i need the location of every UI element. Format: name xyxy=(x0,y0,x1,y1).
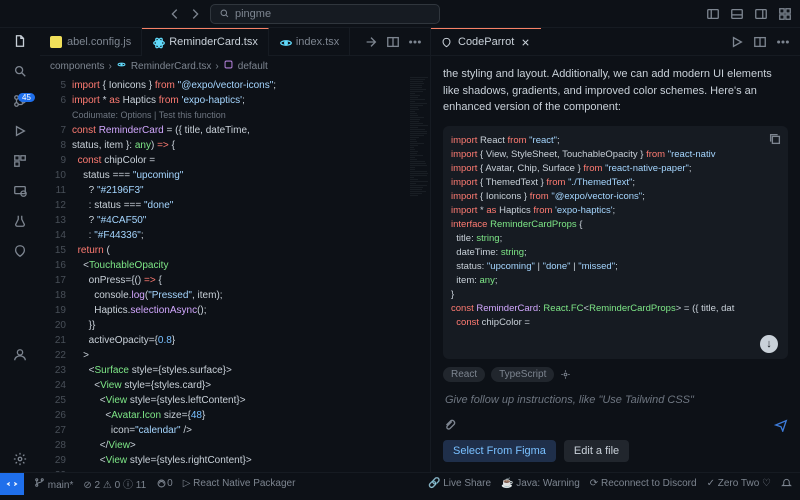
title-bar: pingme xyxy=(0,0,800,28)
react-file-icon xyxy=(279,36,291,48)
chip-typescript[interactable]: TypeScript xyxy=(491,367,554,382)
extensions-icon[interactable] xyxy=(13,154,27,168)
search-text: pingme xyxy=(235,8,271,20)
discord-status[interactable]: ⟳ Reconnect to Discord xyxy=(590,478,697,489)
followup-input[interactable]: Give follow up instructions, like "Use T… xyxy=(443,390,788,410)
react-file-icon xyxy=(152,36,164,48)
remote-explorer-icon[interactable] xyxy=(13,184,27,198)
activity-bar: 45 xyxy=(0,28,40,472)
panel-layout-icon[interactable] xyxy=(753,35,767,49)
codeparrot-activity-icon[interactable] xyxy=(13,244,27,258)
layout-panel-icon[interactable] xyxy=(730,7,744,21)
breadcrumb[interactable]: components› ReminderCard.tsx› default xyxy=(40,56,430,76)
search-icon xyxy=(219,8,230,19)
minimap[interactable] xyxy=(408,76,430,472)
code-editor[interactable]: import { Ionicons } from "@expo/vector-i… xyxy=(72,76,408,472)
code-snippet: import React from "react";import { View,… xyxy=(443,126,788,360)
command-center[interactable]: pingme xyxy=(210,4,440,24)
symbol-icon xyxy=(223,59,234,73)
codeparrot-panel: CodeParrot the styling and layout. Addit… xyxy=(430,28,800,472)
notifications-icon[interactable] xyxy=(781,478,792,489)
remote-indicator[interactable] xyxy=(0,473,24,495)
java-status[interactable]: ☕ Java: Warning xyxy=(501,478,580,489)
chip-settings-icon[interactable] xyxy=(560,369,571,380)
panel-more-icon[interactable] xyxy=(776,35,790,49)
more-actions-icon[interactable] xyxy=(408,35,422,49)
problems[interactable]: ⊘ 2 ⚠ 0 ⓘ 11 xyxy=(83,476,146,491)
send-icon[interactable] xyxy=(774,418,788,432)
codeparrot-tab[interactable]: CodeParrot xyxy=(431,28,541,56)
theme-status[interactable]: ✓ Zero Two ♡ xyxy=(707,478,771,489)
search-activity-icon[interactable] xyxy=(13,64,27,78)
packager-status[interactable]: ▷ React Native Packager xyxy=(183,478,296,489)
layout-customize-icon[interactable] xyxy=(778,7,792,21)
status-bar: main* ⊘ 2 ⚠ 0 ⓘ 11 0 ▷ React Native Pack… xyxy=(0,472,800,494)
run-icon[interactable] xyxy=(730,35,744,49)
edit-file-button[interactable]: Edit a file xyxy=(564,440,629,462)
nav-back-icon[interactable] xyxy=(168,7,182,21)
line-numbers: 56 7891011121314151617181920212223242526… xyxy=(40,76,72,472)
layout-sidebar-right-icon[interactable] xyxy=(754,7,768,21)
compare-changes-icon[interactable] xyxy=(364,35,378,49)
tab-babel-config[interactable]: abel.config.js xyxy=(40,28,142,56)
port-icon[interactable]: 0 xyxy=(156,478,173,489)
branch-icon xyxy=(34,477,45,488)
react-file-icon xyxy=(116,59,127,73)
nav-forward-icon[interactable] xyxy=(188,7,202,21)
close-icon[interactable] xyxy=(520,37,531,48)
split-editor-icon[interactable] xyxy=(386,35,400,49)
chip-react[interactable]: React xyxy=(443,367,485,382)
parrot-icon xyxy=(441,37,452,48)
live-share[interactable]: 🔗 Live Share xyxy=(428,478,491,489)
tab-index[interactable]: index.tsx xyxy=(269,28,350,56)
tab-remindercard[interactable]: ReminderCard.tsx xyxy=(142,28,269,56)
tech-chips: React TypeScript xyxy=(443,367,788,382)
editor-group: abel.config.js ReminderCard.tsx index.ts… xyxy=(40,28,430,472)
account-icon[interactable] xyxy=(13,348,27,362)
run-debug-icon[interactable] xyxy=(13,124,27,138)
testing-icon[interactable] xyxy=(13,214,27,228)
settings-gear-icon[interactable] xyxy=(13,452,27,466)
attach-icon[interactable] xyxy=(443,418,457,432)
explorer-icon[interactable] xyxy=(13,34,27,48)
scm-badge: 45 xyxy=(18,93,35,102)
git-branch[interactable]: main* xyxy=(34,477,73,491)
ai-response-text: the styling and layout. Additionally, we… xyxy=(443,66,788,116)
scroll-down-icon[interactable]: ↓ xyxy=(760,335,778,353)
editor-tabs: abel.config.js ReminderCard.tsx index.ts… xyxy=(40,28,430,56)
copy-icon[interactable] xyxy=(768,132,782,146)
select-from-figma-button[interactable]: Select From Figma xyxy=(443,440,556,462)
layout-sidebar-left-icon[interactable] xyxy=(706,7,720,21)
